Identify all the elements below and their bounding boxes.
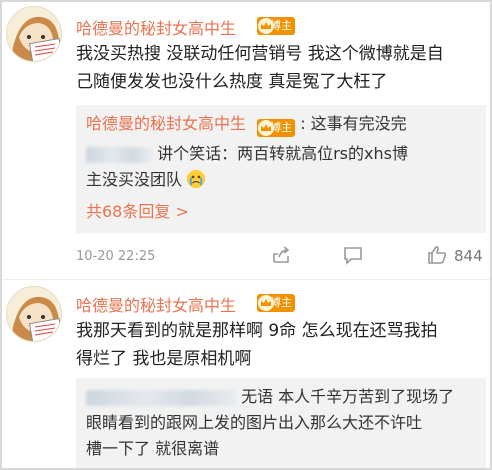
blurred-username (86, 389, 236, 406)
comment-username[interactable]: 哈德曼的秘封女高中生 (76, 292, 236, 316)
reply-username[interactable]: 哈德曼的秘封女高中生 (86, 114, 246, 133)
blogger-badge: 博主 (257, 119, 296, 137)
more-replies-link[interactable]: 共68条回复 > (86, 199, 478, 225)
reply-item-continued: 槽一下了 就很离谱 (86, 436, 478, 462)
comment-list: 哈德曼的秘封女高中生 博主 我没买热搜 没联动任何营销号 我这个微博就是自 己随… (0, 0, 492, 470)
cartoon-avatar-icon (7, 7, 61, 61)
reply-text: 无语 本人千辛万苦到了现场了 (241, 387, 455, 406)
comment-text-line: 我没买热搜 没联动任何营销号 我这个微博就是自 (76, 44, 444, 64)
comment-text-line: 得烂了 我也是原相机啊 (76, 349, 252, 369)
comment-username[interactable]: 哈德曼的秘封女高中生 (76, 15, 236, 39)
comment-text: 我那天看到的就是那样啊 9命 怎么现在还骂我拍 得烂了 我也是原相机啊 (76, 317, 486, 373)
blurred-username (86, 146, 152, 163)
blogger-badge: 博主 (257, 17, 295, 35)
comment-text-line: 己随便发发也没什么热度 真是冤了大枉了 (76, 72, 388, 92)
comment-item: 哈德曼的秘封女高中生 博主 我那天看到的就是那样啊 9命 怎么现在还骂我拍 得烂… (2, 280, 490, 468)
blogger-badge: 博主 (257, 294, 295, 312)
reply-text: : 这事有完没完 (300, 114, 407, 133)
avatar[interactable] (6, 286, 62, 342)
reply-item: 哈德曼的秘封女高中生 博主 : 这事有完没完 (86, 111, 478, 137)
reply-text: 主没买没团队 (86, 170, 183, 189)
comment-text: 我没买热搜 没联动任何营销号 我这个微博就是自 己随便发发也没什么热度 真是冤了… (76, 40, 486, 96)
crown-icon (258, 18, 274, 34)
reply-text: 讲个笑话：两百转就高位rs的xhs博 (152, 144, 408, 163)
share-icon[interactable] (270, 244, 292, 270)
comment-item: 哈德曼的秘封女高中生 博主 我没买热搜 没联动任何营销号 我这个微博就是自 己随… (2, 2, 490, 280)
reply-item: 讲个笑话：两百转就高位rs的xhs博 (86, 141, 478, 167)
crown-icon (258, 120, 275, 136)
crown-icon (258, 295, 274, 311)
reply-item-continued: 眼睛看到的跟网上发的图片出入那么大还不许吐 (86, 410, 478, 436)
comment-timestamp: 10-20 22:25 (76, 249, 156, 264)
crying-face-emoji-icon (187, 170, 206, 188)
avatar[interactable] (6, 6, 62, 62)
comment-icon[interactable] (342, 244, 364, 270)
reply-box[interactable]: 无语 本人千辛万苦到了现场了 眼睛看到的跟网上发的图片出入那么大还不许吐 槽一下… (76, 378, 486, 468)
like-count: 844 (454, 247, 483, 265)
reply-text: 眼睛看到的跟网上发的图片出入那么大还不许吐 (86, 413, 423, 432)
reply-item: 无语 本人千辛万苦到了现场了 (86, 384, 478, 410)
reply-text: 槽一下了 就很离谱 (86, 439, 220, 458)
reply-box[interactable]: 哈德曼的秘封女高中生 博主 : 这事有完没完 讲个笑话：两百转就高位rs的xhs… (76, 105, 486, 233)
comment-text-line: 我那天看到的就是那样啊 9命 怎么现在还骂我拍 (76, 321, 438, 341)
like-icon[interactable] (426, 244, 448, 270)
reply-item-continued: 主没买没团队 (86, 167, 478, 193)
cartoon-avatar-icon (7, 287, 61, 341)
